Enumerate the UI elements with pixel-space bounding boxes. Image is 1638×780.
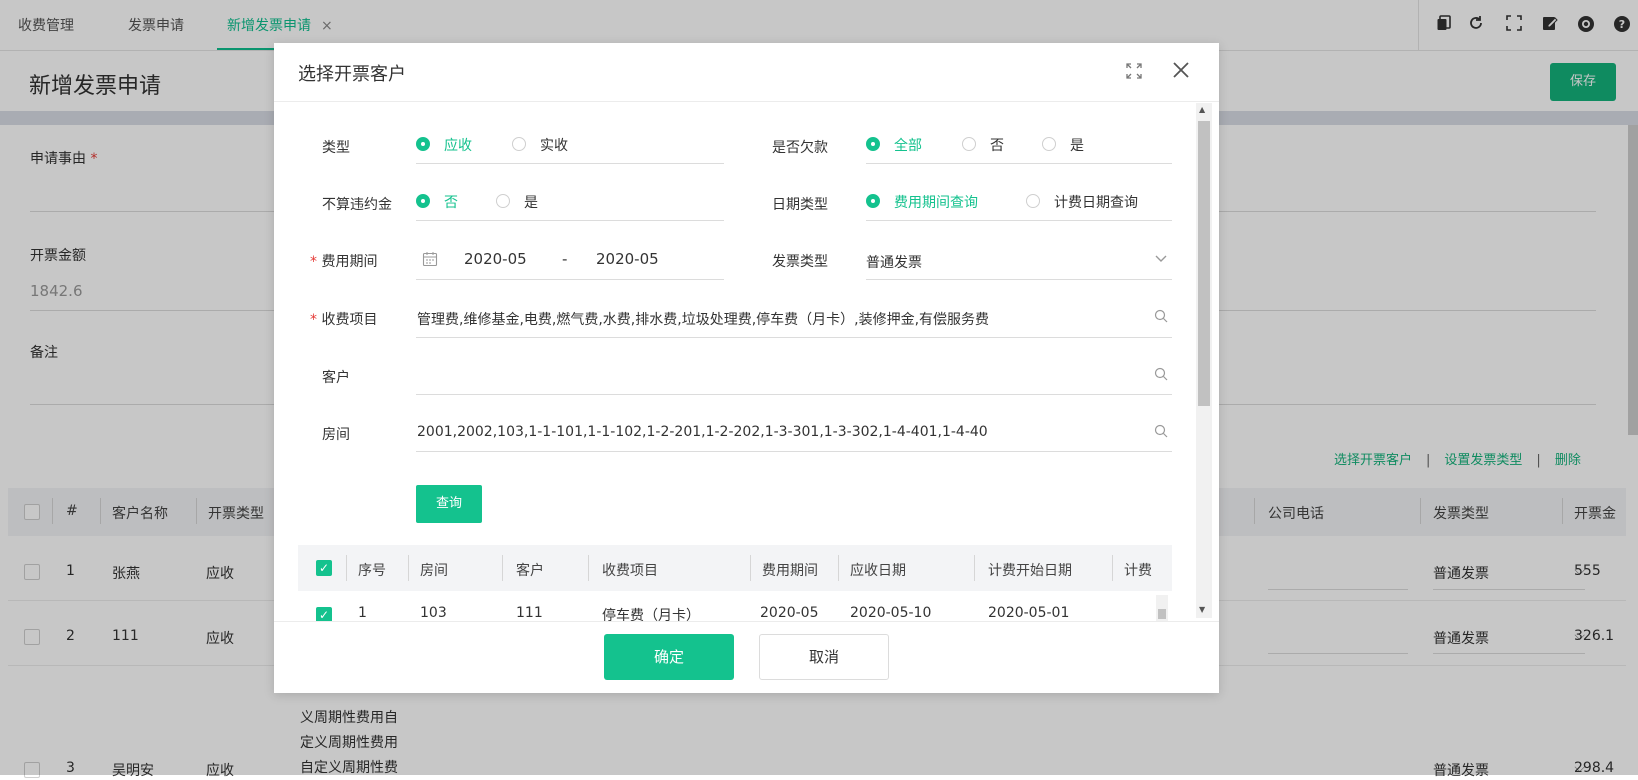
col-divider: [1112, 555, 1113, 581]
customer-label: 客户: [322, 370, 350, 386]
grid-col-customer: 客户: [516, 563, 544, 579]
grid-col-due-date: 应收日期: [850, 563, 906, 579]
field-underline: [416, 451, 1172, 452]
invoice-type-select[interactable]: 普通发票: [866, 252, 1172, 272]
period-dash: -: [562, 250, 568, 268]
scroll-down-icon[interactable]: ▼: [1199, 605, 1205, 614]
scroll-up-icon[interactable]: ▲: [1199, 105, 1205, 114]
grid-scrollbar-thumb[interactable]: [1158, 609, 1166, 619]
col-divider: [838, 555, 839, 581]
customer-input[interactable]: [417, 367, 1147, 387]
field-underline: [416, 394, 1172, 395]
radio-penalty-yes[interactable]: [496, 194, 510, 208]
fee-items-label-text: 收费项目: [321, 312, 378, 328]
grid-cell-due-date: 2020-05-10: [850, 605, 932, 621]
grid-col-room: 房间: [420, 563, 448, 579]
close-icon[interactable]: [1172, 61, 1190, 83]
maximize-icon[interactable]: [1126, 63, 1142, 83]
radio-datetype-billing[interactable]: [1026, 194, 1040, 208]
col-divider: [346, 555, 347, 581]
cancel-button[interactable]: 取消: [759, 634, 889, 680]
col-divider: [750, 555, 751, 581]
grid-col-billing: 计费: [1124, 563, 1152, 579]
grid-col-period: 费用期间: [762, 563, 818, 579]
grid-cell-no: 1: [358, 605, 367, 621]
dialog-scrollbar-thumb[interactable]: [1198, 121, 1210, 406]
field-underline: [866, 163, 1172, 164]
type-label: 类型: [322, 140, 350, 156]
radio-type-received[interactable]: [512, 137, 526, 151]
grid-cell-room: 103: [420, 605, 447, 621]
col-divider: [588, 555, 589, 581]
radio-arrears-all[interactable]: [866, 137, 880, 151]
search-icon[interactable]: [1154, 424, 1168, 442]
radio-datetype-billing-label: 计费日期查询: [1054, 195, 1138, 211]
grid-col-fee-item: 收费项目: [602, 563, 658, 579]
invoice-type-value: 普通发票: [866, 255, 922, 271]
calendar-icon[interactable]: [422, 251, 438, 271]
period-start-input[interactable]: 2020-05: [464, 250, 527, 268]
radio-arrears-yes[interactable]: [1042, 137, 1056, 151]
dialog-footer-divider: [274, 621, 1219, 622]
radio-arrears-yes-label: 是: [1070, 138, 1084, 154]
dialog-title: 选择开票客户: [298, 64, 406, 85]
radio-penalty-no[interactable]: [416, 194, 430, 208]
field-underline: [416, 279, 724, 280]
date-type-label: 日期类型: [772, 197, 828, 213]
field-underline: [416, 220, 724, 221]
grid-col-billing-start: 计费开始日期: [988, 563, 1072, 579]
radio-arrears-all-label: 全部: [894, 138, 922, 154]
grid-row-checkbox[interactable]: ✓: [316, 607, 332, 621]
arrears-label: 是否欠款: [772, 140, 828, 156]
radio-type-receivable[interactable]: [416, 137, 430, 151]
col-divider: [974, 555, 975, 581]
field-underline: [416, 163, 724, 164]
result-grid-body: ✓ 1 103 111 停车费（月卡） 2020-05 2020-05-10 2…: [298, 591, 1172, 621]
grid-cell-billing-start: 2020-05-01: [988, 605, 1070, 621]
search-icon[interactable]: [1154, 309, 1168, 327]
radio-datetype-period-label: 费用期间查询: [894, 195, 978, 211]
room-label: 房间: [322, 427, 350, 443]
grid-cell-fee-item: 停车费（月卡）: [602, 608, 700, 621]
penalty-label: 不算违约金: [322, 197, 392, 213]
invoice-type-label: 发票类型: [772, 254, 828, 270]
select-customer-dialog: 选择开票客户 类型 应收 实收 是否欠款 全部 否 是 不算违约金 否 是 日期…: [274, 43, 1219, 693]
field-underline: [416, 337, 1172, 338]
room-input[interactable]: 2001,2002,103,1-1-101,1-1-102,1-2-201,1-…: [417, 424, 1147, 440]
field-underline: [866, 220, 1172, 221]
grid-cell-period: 2020-05: [760, 605, 819, 621]
radio-type-receivable-label: 应收: [444, 138, 472, 154]
radio-arrears-no[interactable]: [962, 137, 976, 151]
radio-arrears-no-label: 否: [990, 138, 1004, 154]
radio-type-received-label: 实收: [540, 138, 568, 154]
col-divider: [408, 555, 409, 581]
field-underline: [866, 279, 1172, 280]
dialog-header-divider: [274, 101, 1219, 102]
radio-penalty-no-label: 否: [444, 195, 458, 211]
grid-col-no: 序号: [358, 563, 386, 579]
radio-penalty-yes-label: 是: [524, 195, 538, 211]
fee-items-label: * 收费项目: [310, 309, 377, 329]
grid-cell-customer: 111: [516, 605, 543, 621]
fee-items-input[interactable]: 管理费,维修基金,电费,燃气费,水费,排水费,垃圾处理费,停车费（月卡）,装修押…: [417, 309, 1147, 329]
grid-select-all-checkbox[interactable]: ✓: [316, 560, 332, 576]
radio-datetype-period[interactable]: [866, 194, 880, 208]
required-mark: *: [310, 312, 317, 328]
search-icon[interactable]: [1154, 367, 1168, 385]
required-mark: *: [310, 254, 317, 270]
period-end-input[interactable]: 2020-05: [596, 250, 659, 268]
chevron-down-icon: [1154, 251, 1168, 269]
query-button[interactable]: 查询: [416, 485, 482, 523]
period-label: * 费用期间: [310, 251, 377, 271]
col-divider: [502, 555, 503, 581]
period-label-text: 费用期间: [321, 254, 378, 270]
confirm-button[interactable]: 确定: [604, 634, 734, 680]
